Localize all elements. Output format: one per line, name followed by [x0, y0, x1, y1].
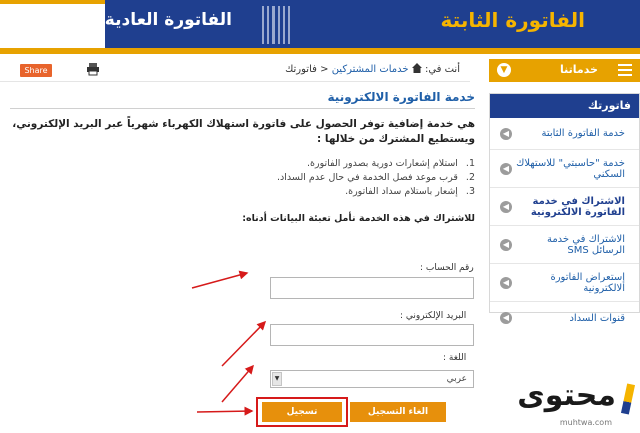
- hamburger-menu-icon[interactable]: [618, 64, 632, 76]
- share-button[interactable]: Share: [20, 64, 52, 77]
- breadcrumb-row: Share أنت في: خدمات المشتركين < فاتورتك: [0, 58, 470, 82]
- sidebar-menu: فاتورتك خدمة الفاتورة الثابتة ◀ خدمة "حا…: [489, 93, 640, 324]
- logo-url: muhtwa.com: [559, 418, 612, 427]
- language-label: اللغة :: [443, 353, 467, 363]
- sidebar-item-label: خدمة الفاتورة الثابتة: [541, 128, 625, 139]
- sidebar-item-hasibati[interactable]: خدمة "حاسبتي" للاستهلاك السكني ◀: [490, 150, 639, 188]
- register-button[interactable]: تسجيل: [262, 402, 342, 422]
- services-menu-header[interactable]: خدماتنا ▼: [489, 59, 640, 82]
- breadcrumb-current: فاتورتك: [285, 64, 317, 75]
- home-icon[interactable]: [411, 63, 422, 73]
- account-number-label: رقم الحساب :: [420, 263, 474, 273]
- sidebar-item-e-bill-subscribe[interactable]: الاشتراك في خدمة الفاتورة الالكترونية ◀: [490, 188, 639, 226]
- services-menu-label: خدماتنا: [560, 63, 598, 76]
- language-select[interactable]: عربي ▼: [270, 370, 474, 388]
- annotation-arrow: [221, 320, 267, 367]
- sidebar-item-label: الاشتراك في خدمة الفاتورة الالكترونية: [530, 195, 625, 218]
- site-logo: محتوى muhtwa.com: [512, 378, 636, 430]
- banner-stripes-icon: [262, 6, 291, 44]
- breadcrumb-subscriber-services[interactable]: خدمات المشتركين: [332, 64, 409, 75]
- email-label: البريد الإلكتروني :: [400, 311, 467, 321]
- sidebar-title: فاتورتك: [490, 94, 639, 118]
- breadcrumb-separator: <: [320, 64, 329, 75]
- list-item: 2.قرب موعد فصل الخدمة في حال عدم السداد.: [277, 172, 475, 183]
- chevron-left-icon: ◀: [500, 200, 512, 213]
- banner-title-fixed-bill[interactable]: الفاتورة الثابتة: [441, 8, 585, 32]
- banner-bottom-bar: [0, 48, 640, 54]
- top-banner: الفاتورة الثابتة الفاتورة العادية: [0, 0, 640, 54]
- sidebar-item-payment-channels[interactable]: قنوات السداد ◀: [490, 302, 639, 334]
- breadcrumb: أنت في: خدمات المشتركين < فاتورتك: [285, 63, 460, 75]
- annotation-arrow: [191, 270, 249, 289]
- sidebar-item-sms-subscribe[interactable]: الاشتراك في خدمة الرسائل SMS ◀: [490, 226, 639, 264]
- chevron-left-icon: ◀: [500, 238, 512, 251]
- annotation-arrow: [221, 364, 254, 403]
- chevron-left-icon: ◀: [500, 162, 512, 175]
- chevron-down-icon[interactable]: ▼: [497, 63, 511, 77]
- sidebar-item-label: قنوات السداد: [569, 312, 625, 324]
- list-item: 1.استلام إشعارات دورية بصدور الفاتورة.: [307, 158, 475, 169]
- sidebar-item-label: الاشتراك في خدمة الرسائل SMS: [546, 233, 625, 256]
- feature-list: 1.استلام إشعارات دورية بصدور الفاتورة. 2…: [10, 157, 475, 199]
- banner-title-regular-bill[interactable]: الفاتورة العادية: [105, 10, 232, 30]
- sidebar-item-fixed-bill[interactable]: خدمة الفاتورة الثابتة ◀: [490, 118, 639, 150]
- language-selected-value: عربي: [446, 374, 467, 384]
- page-title: خدمة الفاتورة الالكترونية: [10, 90, 475, 109]
- chevron-left-icon: ◀: [500, 276, 512, 289]
- print-icon[interactable]: [86, 62, 100, 76]
- form-instructions: للاشتراك في هذه الخدمة نأمل تعبئة البيان…: [242, 213, 475, 224]
- list-item: 3.إشعار باستلام سداد الفاتورة.: [345, 186, 475, 197]
- email-input[interactable]: [270, 324, 474, 346]
- cancel-registration-button[interactable]: الغاء التسجيل: [350, 402, 446, 422]
- chevron-down-icon[interactable]: ▼: [272, 372, 282, 386]
- logo-word: محتوى: [517, 378, 616, 413]
- pen-icon: [620, 383, 636, 415]
- sidebar-item-view-e-bill[interactable]: إستعراض الفاتورة الالكترونية ◀: [490, 264, 639, 302]
- chevron-left-icon: ◀: [500, 312, 512, 324]
- main-content: خدمة الفاتورة الالكترونية هي خدمة إضافية…: [10, 90, 475, 224]
- breadcrumb-prefix: أنت في:: [424, 64, 460, 75]
- sidebar-item-label: خدمة "حاسبتي" للاستهلاك السكني: [516, 157, 625, 180]
- service-intro: هي خدمة إضافية توفر الحصول على فاتورة اس…: [12, 118, 475, 145]
- chevron-left-icon: ◀: [500, 127, 512, 140]
- annotation-arrow: [196, 406, 254, 416]
- sidebar-item-label: إستعراض الفاتورة الالكترونية: [550, 271, 625, 294]
- account-number-input[interactable]: [270, 277, 474, 299]
